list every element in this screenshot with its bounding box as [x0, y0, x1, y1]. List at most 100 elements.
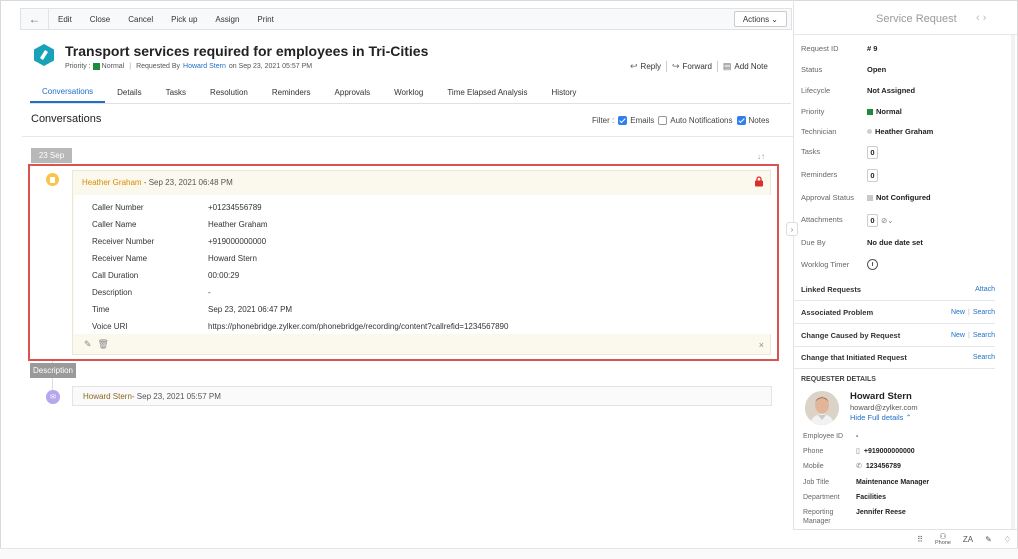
tab-time-elapsed-analysis[interactable]: Time Elapsed Analysis	[435, 81, 539, 103]
emails-filter-label: Emails	[630, 116, 655, 125]
card-footer-icons: ✎ 🗑	[84, 339, 109, 350]
search-initiating-change-link[interactable]: Search	[973, 354, 995, 361]
collapse-panel-icon[interactable]: ›	[786, 222, 798, 236]
add-note-button[interactable]: ▤ Add Note	[723, 61, 768, 72]
priority-field[interactable]: Normal	[867, 107, 902, 116]
sort-za-icon[interactable]: ZA	[963, 535, 973, 544]
close-icon[interactable]: ×	[759, 340, 764, 350]
field-value: Heather Graham	[208, 220, 268, 229]
tasks-field[interactable]: 0	[867, 146, 878, 159]
print-button[interactable]: Print	[248, 9, 282, 29]
panel-scrollbar[interactable]	[1011, 35, 1015, 538]
priority-square-icon	[92, 63, 100, 70]
voice-uri-link[interactable]: https://phonebridge.zylker.com/phonebrid…	[208, 322, 508, 331]
emails-checkbox[interactable]	[618, 116, 628, 125]
auto-notifications-checkbox[interactable]	[658, 116, 668, 125]
conversation-filter: Filter : Emails Auto Notifications Notes	[592, 116, 769, 125]
close-button[interactable]: Close	[81, 9, 119, 29]
paperclip-icon[interactable]: ⊘⌄	[881, 216, 894, 225]
requester-link[interactable]: Howard Stern	[183, 63, 226, 70]
search-problem-link[interactable]: Search	[973, 309, 995, 316]
priority-square-icon	[867, 108, 873, 115]
call-details-fields: Caller Number +01234556789 Caller Name Hea…	[74, 195, 771, 334]
attachments-field[interactable]: 0 ⊘⌄	[867, 214, 894, 227]
timer-icon[interactable]	[867, 259, 878, 270]
notes-checkbox[interactable]	[736, 116, 746, 125]
edit-button[interactable]: Edit	[49, 9, 81, 29]
detail-label: Reporting	[803, 509, 834, 516]
reminders-count: 0	[867, 169, 878, 182]
horizontal-scrollbar[interactable]	[0, 548, 1018, 559]
status-value[interactable]: Open	[867, 65, 886, 74]
pickup-button[interactable]: Pick up	[162, 9, 206, 29]
reply-button[interactable]: ↩ Reply	[630, 61, 661, 72]
attach-link[interactable]: Attach	[975, 286, 995, 293]
tab-resolution[interactable]: Resolution	[198, 81, 260, 103]
prop-label: Lifecycle	[801, 86, 831, 95]
phone-icon: ▯	[856, 448, 860, 455]
tab-history[interactable]: History	[540, 81, 589, 103]
field-label: Caller Name	[92, 220, 137, 229]
prop-label: Reminders	[801, 170, 838, 179]
mail-icon: ✉	[46, 390, 60, 404]
cancel-button[interactable]: Cancel	[119, 9, 162, 29]
field-value: Howard Stern	[208, 254, 257, 263]
tab-reminders[interactable]: Reminders	[260, 81, 323, 103]
field-value: 00:00:29	[208, 271, 240, 280]
notes-edit-icon[interactable]: ✎	[985, 535, 992, 544]
hide-full-details-link[interactable]: Hide Full details ⌃	[850, 413, 912, 422]
search-change-link[interactable]: Search	[973, 332, 995, 339]
new-problem-link[interactable]: New	[951, 309, 965, 316]
auto-notifications-filter-label: Auto Notifications	[670, 116, 733, 125]
forward-button[interactable]: ↪ Forward	[672, 61, 712, 72]
new-change-link[interactable]: New	[951, 332, 965, 339]
phone-widget[interactable]: ⚇ Phone	[935, 532, 951, 547]
grid-icon[interactable]: ⠿	[917, 535, 923, 544]
approval-status-field: Not Configured	[867, 193, 931, 202]
entry-timestamp: - Sep 23, 2021 05:57 PM	[131, 391, 221, 401]
sort-icon[interactable]: ↓↑	[757, 152, 765, 161]
lifecycle-value[interactable]: Not Assigned	[867, 86, 915, 95]
divider	[793, 34, 1017, 35]
meta-separator: |	[129, 63, 132, 70]
prop-label: Approval Status	[801, 193, 854, 202]
delete-icon[interactable]: 🗑	[98, 339, 109, 350]
assign-button[interactable]: Assign	[206, 9, 248, 29]
prop-label: Tasks	[801, 147, 821, 156]
tab-worklog[interactable]: Worklog	[382, 81, 435, 103]
forward-icon: ↪	[672, 61, 680, 71]
due-by-value[interactable]: No due date set	[867, 238, 923, 247]
detail-label: Phone	[803, 448, 824, 455]
approval-status-value: Not Configured	[876, 193, 931, 202]
attachments-count: 0	[867, 214, 878, 227]
technician-field[interactable]: Heather Graham	[867, 127, 933, 136]
lightbulb-icon[interactable]: ♢	[1004, 535, 1011, 544]
priority-label: Priority :	[65, 63, 91, 70]
tasks-count: 0	[867, 146, 878, 159]
card-author[interactable]: Heather Graham	[82, 178, 142, 187]
toolbar: ← Edit Close Cancel Pick up Assign Print…	[20, 8, 792, 30]
field-label: Time	[92, 305, 110, 314]
note-icon: ▤	[722, 61, 732, 71]
worklog-timer-field[interactable]	[867, 259, 878, 270]
field-label: Caller Number	[92, 203, 144, 212]
back-arrow-icon[interactable]: ←	[21, 9, 49, 29]
tab-conversations[interactable]: Conversations	[30, 81, 106, 103]
employee-id-value: -	[856, 433, 859, 440]
phone-value[interactable]: +919000000000	[864, 448, 915, 455]
mobile-value[interactable]: 123456789	[866, 463, 901, 470]
prop-label: Worklog Timer	[801, 260, 850, 269]
tab-tasks[interactable]: Tasks	[154, 81, 198, 103]
prop-label: Request ID	[801, 44, 839, 53]
actions-dropdown[interactable]: Actions ⌄	[733, 11, 787, 27]
edit-icon[interactable]: ✎	[84, 339, 92, 350]
reminders-field[interactable]: 0	[867, 169, 878, 182]
tab-approvals[interactable]: Approvals	[323, 81, 383, 103]
field-row: Receiver Name Howard Stern	[92, 254, 257, 263]
tab-details[interactable]: Details	[105, 81, 153, 103]
prev-next-nav-icon[interactable]: ‹ ›	[976, 12, 986, 24]
field-value: -	[208, 288, 211, 297]
card-header: Heather Graham - Sep 23, 2021 06:48 PM	[82, 178, 233, 187]
entry-author: Howard Stern	[83, 391, 132, 401]
description-entry[interactable]: Howard Stern - Sep 23, 2021 05:57 PM	[72, 386, 772, 406]
